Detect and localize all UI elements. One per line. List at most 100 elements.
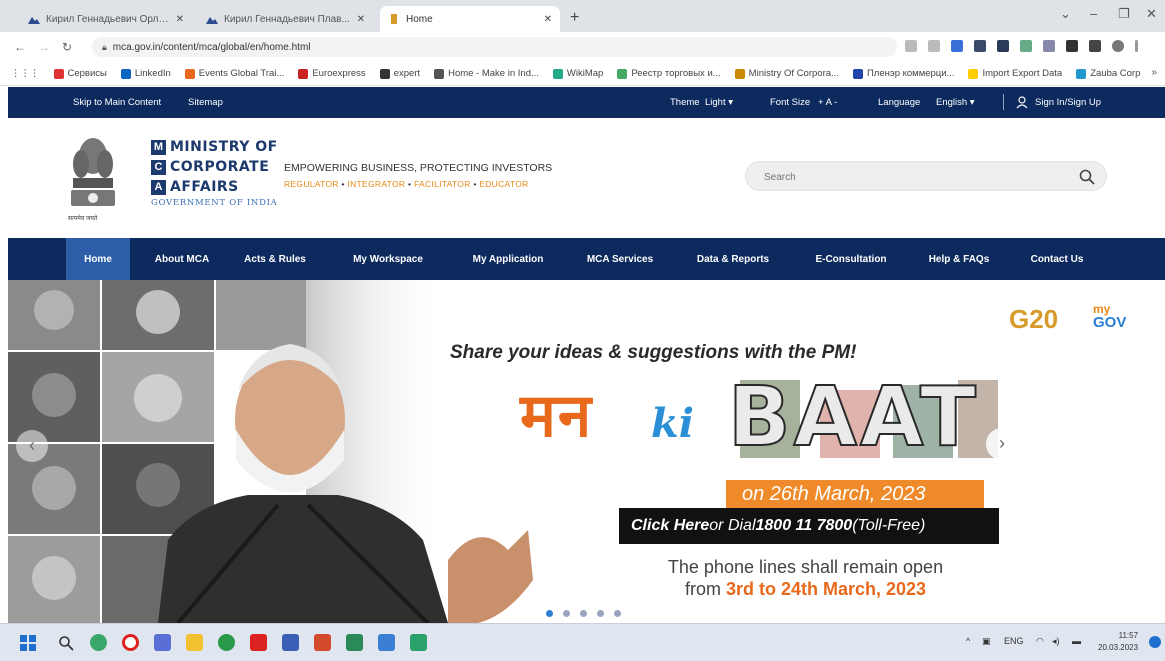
pdf-icon[interactable] (250, 634, 267, 651)
bookmark-item[interactable]: LinkedIn (116, 68, 176, 79)
battery-icon[interactable]: ▬ (1072, 636, 1081, 646)
share-icon[interactable] (905, 40, 917, 52)
chevron-up-icon[interactable]: ^ (966, 636, 970, 646)
extension-icon[interactable] (1043, 40, 1055, 52)
mca-logo[interactable]: M MINISTRY OF C CORPORATE A AFFAIRS GOVERNM… (151, 138, 278, 208)
reload-icon[interactable]: ↻ (62, 40, 72, 54)
tray-icon[interactable]: ▣ (982, 636, 991, 647)
bookmark-item[interactable]: WikiMap (548, 68, 608, 79)
nav-item-help-faqs[interactable]: Help & FAQs (914, 238, 1004, 280)
nav-item-about-mca[interactable]: About MCA (138, 238, 226, 280)
nav-item-data-reports[interactable]: Data & Reports (680, 238, 786, 280)
apps-grid-icon[interactable]: ⋮⋮⋮ (6, 68, 45, 79)
font-size-controls[interactable]: + A - (818, 97, 837, 108)
user-icon[interactable] (1016, 96, 1028, 109)
minimize-button[interactable]: – (1090, 6, 1097, 21)
theme-select[interactable]: Light ▾ (705, 97, 733, 108)
back-icon[interactable]: ← (14, 40, 26, 54)
bookmark-label: Events Global Trai... (198, 68, 285, 79)
close-window-button[interactable]: ✕ (1146, 6, 1157, 22)
chrome-icon[interactable] (218, 634, 235, 651)
role: REGULATOR (284, 179, 339, 189)
star-icon[interactable] (928, 40, 940, 52)
avatar[interactable] (1112, 40, 1124, 52)
bookmark-item[interactable]: Реестр торговых и... (612, 68, 725, 79)
search-icon[interactable] (1078, 168, 1096, 186)
cta-click-here[interactable]: Click Here (631, 517, 709, 535)
new-tab-button[interactable]: + (570, 9, 579, 27)
carousel-dot[interactable] (546, 610, 553, 617)
windows-start-icon[interactable] (20, 635, 36, 651)
address-bar[interactable]: 🔒︎ mca.gov.in/content/mca/global/en/home… (92, 37, 897, 57)
notification-icon[interactable] (1149, 636, 1161, 648)
excel-icon[interactable] (346, 634, 363, 651)
nav-item-home[interactable]: Home (66, 238, 130, 280)
volume-icon[interactable]: ◂) (1052, 636, 1060, 647)
extension-icon[interactable] (951, 40, 963, 52)
carousel-dot[interactable] (580, 610, 587, 617)
bookmark-label: Реестр торговых и... (631, 68, 721, 79)
wifi-icon[interactable]: ◠ (1036, 636, 1044, 647)
bookmark-item[interactable]: Ministry Of Corpora... (730, 68, 844, 79)
bookmark-item[interactable]: expert (375, 68, 425, 79)
extension-icon[interactable] (997, 40, 1009, 52)
app-icon[interactable] (410, 634, 427, 651)
carousel-prev-button[interactable]: ‹ (16, 430, 48, 462)
nav-item-my-workspace[interactable]: My Workspace (338, 238, 438, 280)
bookmark-item[interactable]: Home - Make in Ind... (429, 68, 544, 79)
collapse-icon[interactable]: ⌄ (1060, 6, 1071, 22)
mountain-icon (28, 17, 40, 24)
sidebar-icon[interactable] (1089, 40, 1101, 52)
sign-in-link[interactable]: Sign In/Sign Up (1035, 97, 1101, 108)
carousel-next-button[interactable]: › (986, 428, 1018, 460)
powerpoint-icon[interactable] (314, 634, 331, 651)
browser-tab-active[interactable]: Home ✕ (380, 6, 560, 32)
nav-item-my-application[interactable]: My Application (456, 238, 560, 280)
extension-icon[interactable] (974, 40, 986, 52)
carousel-dot[interactable] (563, 610, 570, 617)
search-input[interactable] (764, 168, 1064, 186)
nav-item-e-consultation[interactable]: E-Consultation (798, 238, 904, 280)
maximize-button[interactable]: ❐ (1118, 6, 1130, 22)
opera-icon[interactable] (122, 634, 139, 651)
language-label: Language (878, 97, 921, 108)
folder-icon[interactable] (186, 634, 203, 651)
language-select[interactable]: English ▾ (936, 97, 975, 108)
skip-to-content-link[interactable]: Skip to Main Content (73, 97, 161, 108)
close-icon[interactable]: ✕ (176, 14, 184, 25)
puzzle-icon[interactable] (1066, 40, 1078, 52)
bookmark-item[interactable]: Euroexpress (293, 68, 370, 79)
bookmark-item[interactable]: Zauba Corp (1071, 68, 1145, 79)
clock[interactable]: 11:57 20.03.2023 (1098, 630, 1138, 654)
search-icon[interactable] (58, 635, 74, 651)
url-text: mca.gov.in/content/mca/global/en/home.ht… (112, 41, 311, 53)
app-icon[interactable] (90, 634, 107, 651)
font-size-label: Font Size (770, 97, 811, 108)
carousel-dot[interactable] (597, 610, 604, 617)
bookmark-item[interactable]: Пленэр коммерци... (848, 68, 960, 79)
word-icon[interactable] (282, 634, 299, 651)
language-indicator[interactable]: ENG (1004, 636, 1024, 646)
browser-tab[interactable]: Кирил Геннадьевич Орло... ✕ (20, 6, 192, 32)
extension-icon[interactable] (1020, 40, 1032, 52)
forward-icon[interactable]: → (38, 40, 50, 54)
close-icon[interactable]: ✕ (357, 14, 365, 25)
more-bookmarks-icon[interactable]: » (1151, 67, 1157, 78)
teams-icon[interactable] (154, 634, 171, 651)
bookmark-item[interactable]: Import Export Data (963, 68, 1067, 79)
app-icon[interactable] (378, 634, 395, 651)
bookmark-item[interactable]: Events Global Trai... (180, 68, 290, 79)
nav-item-contact-us[interactable]: Contact Us (1014, 238, 1100, 280)
browser-tab[interactable]: Кирил Геннадьевич Плав... ✕ (198, 6, 373, 32)
hero-carousel[interactable]: Share your ideas & suggestions with the … (8, 280, 1165, 623)
banner-cta[interactable]: Click Here or Dial 1800 11 7800 (Toll-Fr… (619, 508, 999, 544)
bookmark-item[interactable]: Сервисы (49, 68, 112, 79)
close-icon[interactable]: ✕ (544, 14, 552, 25)
nav-item-acts-rules[interactable]: Acts & Rules (234, 238, 316, 280)
bookmark-favicon-icon (968, 68, 979, 79)
bookmark-favicon-icon (852, 68, 863, 79)
sitemap-link[interactable]: Sitemap (188, 97, 223, 108)
carousel-dot[interactable] (614, 610, 621, 617)
nav-item-mca-services[interactable]: MCA Services (570, 238, 670, 280)
menu-icon[interactable] (1135, 40, 1138, 52)
